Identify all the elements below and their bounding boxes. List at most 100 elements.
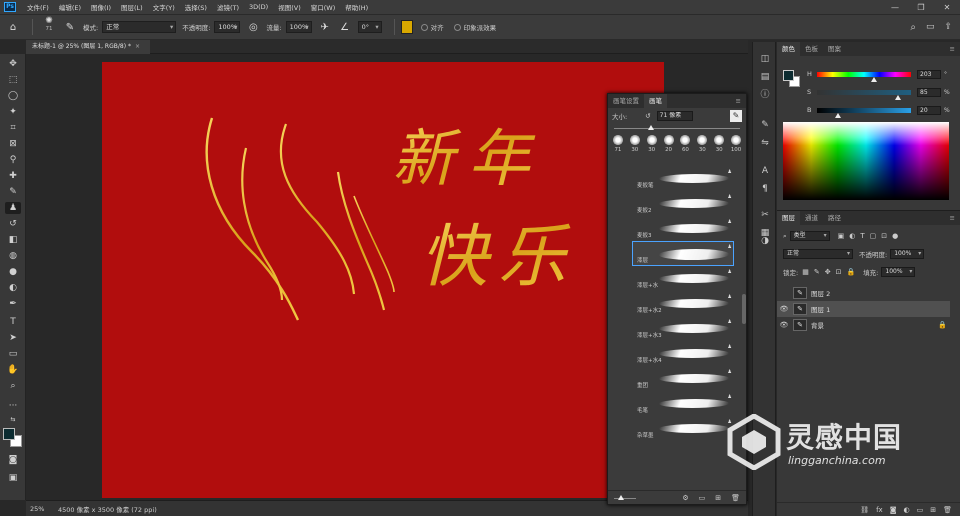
paint-bucket-tool-icon[interactable]: ◍: [5, 250, 21, 262]
brushes-panel-icon[interactable]: ⇋: [757, 136, 773, 150]
align-checkbox[interactable]: [420, 23, 428, 31]
airbrush-icon[interactable]: ✈: [318, 20, 332, 34]
filter-shape-icon[interactable]: ▢: [870, 232, 877, 240]
new-group-icon[interactable]: ▭: [699, 494, 706, 502]
document-tab[interactable]: 未标题-1 @ 25% (图层 1, RGB/8) * ×: [26, 40, 150, 54]
brush-item[interactable]: ♟ 漆层+水2: [632, 291, 734, 316]
tab-layers[interactable]: 图层: [777, 211, 800, 225]
minimize-button[interactable]: —: [882, 3, 908, 12]
zoom-level-field[interactable]: 25%: [26, 505, 52, 513]
menu-window[interactable]: 窗口(W): [306, 2, 341, 12]
lock-pixels-icon[interactable]: ✎: [814, 268, 820, 276]
brush-item[interactable]: ♟ 杂草墨: [632, 416, 734, 441]
screen-mode-icon[interactable]: ▣: [5, 472, 21, 484]
menu-edit[interactable]: 编辑(E): [54, 2, 86, 12]
menu-file[interactable]: 文件(F): [22, 2, 54, 12]
delete-brush-icon[interactable]: 🗑: [731, 494, 740, 502]
brush-item[interactable]: ♟ 麦扳笔: [632, 166, 734, 191]
flow-field[interactable]: 100%: [285, 21, 312, 33]
menu-image[interactable]: 图像(I): [86, 2, 116, 12]
tab-channels[interactable]: 通道: [800, 211, 823, 225]
layer-opacity-field[interactable]: 100%: [890, 249, 925, 259]
crop-tool-icon[interactable]: ⌗: [5, 122, 21, 134]
blend-mode-select[interactable]: 正常: [783, 249, 853, 259]
brush-settings-panel-icon[interactable]: ✎: [757, 118, 773, 132]
mode-select[interactable]: 正常: [102, 21, 177, 33]
color-spectrum[interactable]: [783, 122, 949, 200]
menu-type[interactable]: 文字(Y): [148, 2, 180, 12]
impressionist-checkbox[interactable]: [453, 23, 461, 31]
tab-patterns[interactable]: 图案: [823, 42, 846, 56]
new-layer-icon[interactable]: ⊞: [930, 506, 936, 514]
add-mask-icon[interactable]: ◙: [890, 506, 897, 514]
layer-style-icon[interactable]: fx: [876, 506, 883, 514]
adjust-icon[interactable]: ◑: [757, 234, 773, 248]
brush-preset[interactable]: 100: [728, 135, 744, 157]
filter-toggle-icon[interactable]: ●: [892, 232, 898, 240]
saturation-slider[interactable]: [817, 89, 911, 100]
layer-row-selected[interactable]: 👁 ✎ 图层 1: [777, 301, 950, 317]
history-brush-tool-icon[interactable]: ↺: [5, 218, 21, 230]
hue-field[interactable]: 203: [917, 69, 941, 79]
paragraph-panel-icon[interactable]: ¶: [757, 182, 773, 196]
filter-pixel-icon[interactable]: ▣: [838, 232, 845, 240]
brush-item[interactable]: ♟ 麦扳2: [632, 191, 734, 216]
rectangle-tool-icon[interactable]: ▭: [5, 348, 21, 360]
opacity-field[interactable]: 100%: [214, 21, 241, 33]
path-selection-tool-icon[interactable]: ➤: [5, 332, 21, 344]
more-tools-icon[interactable]: ···: [5, 400, 21, 412]
new-brush-preset-icon[interactable]: ⊞: [715, 494, 721, 502]
tab-brush-settings[interactable]: 画笔设置: [608, 94, 644, 108]
brush-item[interactable]: ♟ 麦扳3: [632, 216, 734, 241]
layer-row[interactable]: 👁 ✎ 背景 🔒: [777, 317, 950, 333]
visibility-eye-icon[interactable]: 👁: [777, 305, 791, 313]
brush-color-chip[interactable]: [400, 20, 413, 34]
foreground-color-swatch[interactable]: [3, 428, 15, 440]
brush-item[interactable]: ♟ 漆层+水3: [632, 316, 734, 341]
document-canvas[interactable]: 新年 快乐: [102, 62, 664, 498]
brush-preset[interactable]: 60: [678, 135, 694, 157]
frame-tool-icon[interactable]: ⊠: [5, 138, 21, 150]
brush-settings-icon[interactable]: ⚙: [682, 494, 688, 502]
brush-item[interactable]: ♟ 漆层+水: [632, 266, 734, 291]
layer-filter-select[interactable]: 类型: [789, 231, 830, 241]
angle-field[interactable]: 0°: [357, 21, 382, 33]
brush-item-selected[interactable]: ♟ 漆层: [632, 241, 734, 266]
menu-select[interactable]: 选择(S): [180, 2, 212, 12]
magic-wand-tool-icon[interactable]: ✦: [5, 106, 21, 118]
adjustment-layer-icon[interactable]: ◐: [904, 506, 910, 514]
reset-icon[interactable]: ↺: [645, 112, 650, 120]
tab-brushes[interactable]: 画笔: [644, 94, 667, 108]
document-info[interactable]: 4500 像素 x 3500 像素 (72 ppi): [52, 504, 157, 514]
brush-preset[interactable]: 30: [711, 135, 727, 157]
brush-item[interactable]: ♟ 漆层+水4: [632, 341, 734, 366]
home-icon[interactable]: ⌂: [6, 20, 20, 34]
close-document-icon[interactable]: ×: [135, 43, 140, 50]
tools-presets-icon[interactable]: ✂: [757, 208, 773, 222]
blur-tool-icon[interactable]: ●: [5, 266, 21, 278]
brush-preset[interactable]: 30: [644, 135, 660, 157]
brush-tool-icon[interactable]: ✎: [5, 186, 21, 198]
lock-position-icon[interactable]: ✥: [825, 268, 831, 276]
lock-all-icon[interactable]: 🔒: [846, 268, 855, 276]
lasso-tool-icon[interactable]: ◯: [5, 90, 21, 102]
brush-size-input[interactable]: 71 像素: [656, 111, 693, 121]
brush-list-scrollbar[interactable]: [742, 294, 746, 324]
menu-view[interactable]: 视图(V): [273, 2, 306, 12]
brush-settings-toggle-icon[interactable]: ✎: [63, 20, 77, 34]
new-group-icon[interactable]: ▭: [917, 506, 924, 514]
menu-3d[interactable]: 3D(D): [244, 3, 273, 11]
hue-slider[interactable]: [817, 71, 911, 82]
saturation-field[interactable]: 85: [917, 87, 941, 97]
visibility-eye-icon[interactable]: 👁: [777, 321, 791, 329]
panel-menu-icon[interactable]: ≡: [736, 97, 746, 105]
tab-color[interactable]: 颜色: [777, 42, 800, 56]
filter-smart-icon[interactable]: ⊡: [881, 232, 887, 240]
link-layers-icon[interactable]: ⛓: [860, 506, 869, 514]
hand-tool-icon[interactable]: ✋: [5, 364, 21, 376]
lock-transparent-icon[interactable]: ▦: [802, 268, 809, 276]
swap-colors-icon[interactable]: ⇆: [5, 414, 21, 426]
lock-artboard-icon[interactable]: ⊡: [836, 268, 842, 276]
new-brush-icon[interactable]: ✎: [730, 110, 742, 122]
healing-brush-tool-icon[interactable]: ✚: [5, 170, 21, 182]
